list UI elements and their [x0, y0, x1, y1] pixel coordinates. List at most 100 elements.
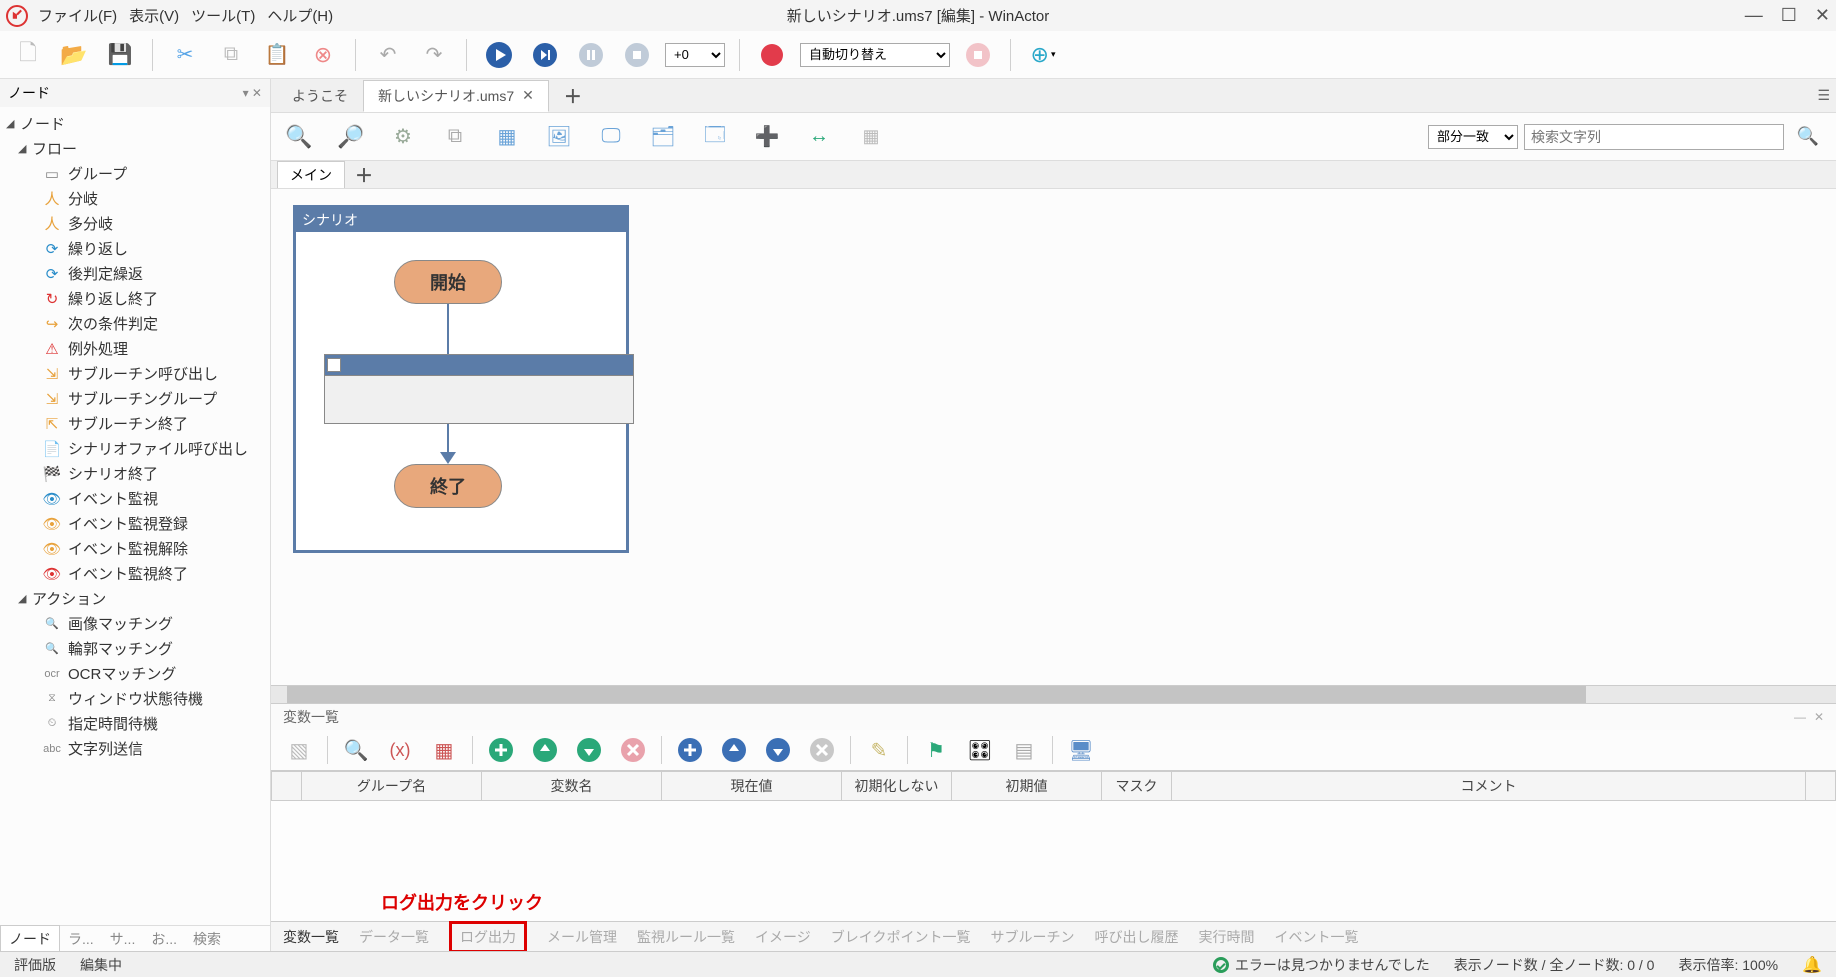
- tool-e[interactable]: 🖵: [593, 119, 629, 155]
- bottom-tab[interactable]: ブレイクポイント一覧: [831, 927, 971, 947]
- tree-item[interactable]: ⟳後判定繰返: [0, 261, 270, 286]
- tree-item[interactable]: ↪次の条件判定: [0, 311, 270, 336]
- play-button[interactable]: [481, 37, 517, 73]
- var-tool-code[interactable]: (x): [382, 732, 418, 768]
- variables-table[interactable]: グループ名変数名現在値初期化しない初期値マスクコメント: [271, 770, 1836, 801]
- var-up2[interactable]: [716, 732, 752, 768]
- column-header[interactable]: [1806, 772, 1836, 801]
- start-node[interactable]: 開始: [394, 260, 502, 304]
- close-button[interactable]: ✕: [1815, 5, 1830, 26]
- tool-j[interactable]: ▦: [853, 119, 889, 155]
- empty-node[interactable]: [324, 354, 634, 424]
- column-header[interactable]: マスク: [1102, 772, 1172, 801]
- var-add[interactable]: [483, 732, 519, 768]
- bottom-tab[interactable]: データ一覧: [359, 927, 429, 947]
- tab-add[interactable]: ＋: [549, 79, 597, 115]
- var-tool-del[interactable]: ▦: [426, 732, 462, 768]
- tab-scenario[interactable]: 新しいシナリオ.ums7✕: [363, 80, 549, 112]
- side-tab-2[interactable]: サ...: [102, 926, 144, 952]
- bottom-tab[interactable]: 変数一覧: [283, 927, 339, 947]
- var-tool-1[interactable]: ▧: [281, 732, 317, 768]
- var-palette[interactable]: 🎛: [962, 732, 998, 768]
- vars-panel-close[interactable]: ✕: [1814, 710, 1824, 724]
- var-table[interactable]: ▤: [1006, 732, 1042, 768]
- tree-item[interactable]: ⏲指定時間待機: [0, 711, 270, 736]
- var-remove[interactable]: [615, 732, 651, 768]
- tree-item[interactable]: ⇲サブルーチン呼び出し: [0, 361, 270, 386]
- column-header[interactable]: 初期値: [952, 772, 1102, 801]
- var-edit[interactable]: ✎: [861, 732, 897, 768]
- side-tab-3[interactable]: お...: [143, 926, 185, 952]
- tree-item[interactable]: ⇲サブルーチングループ: [0, 386, 270, 411]
- bottom-tab[interactable]: 監視ルール一覧: [637, 927, 735, 947]
- var-down2[interactable]: [760, 732, 796, 768]
- tree-item[interactable]: 🔍画像マッチング: [0, 611, 270, 636]
- tree-item[interactable]: ↻繰り返し終了: [0, 286, 270, 311]
- var-up[interactable]: [527, 732, 563, 768]
- search-input[interactable]: [1524, 124, 1784, 150]
- tree-item[interactable]: ▭グループ: [0, 161, 270, 186]
- tab-welcome[interactable]: ようこそ: [277, 80, 363, 112]
- offset-select[interactable]: +0: [665, 43, 725, 67]
- tree-item[interactable]: abc文字列送信: [0, 736, 270, 761]
- paste-button[interactable]: 📋: [259, 37, 295, 73]
- stop-record-button[interactable]: [960, 37, 996, 73]
- bottom-tab[interactable]: 呼び出し履歴: [1094, 927, 1178, 947]
- tool-h[interactable]: ➕: [749, 119, 785, 155]
- step-button[interactable]: [527, 37, 563, 73]
- tree-item[interactable]: ⟳繰り返し: [0, 236, 270, 261]
- open-folder-button[interactable]: 📂: [56, 37, 92, 73]
- column-header[interactable]: [272, 772, 302, 801]
- tree-item[interactable]: ⇱サブルーチン終了: [0, 411, 270, 436]
- bottom-tab[interactable]: ログ出力: [449, 921, 527, 952]
- redo-button[interactable]: ↷: [416, 37, 452, 73]
- var-screen[interactable]: 🖥: [1063, 732, 1099, 768]
- tool-i[interactable]: ↔: [801, 119, 837, 155]
- tree-item[interactable]: ⧖ウィンドウ状態待機: [0, 686, 270, 711]
- end-node[interactable]: 終了: [394, 464, 502, 508]
- maximize-button[interactable]: ☐: [1781, 5, 1797, 26]
- menu-tool[interactable]: ツール(T): [191, 5, 255, 26]
- zoom-out-button[interactable]: 🔎: [333, 119, 369, 155]
- side-panel-pin[interactable]: ▾ ✕: [243, 86, 262, 100]
- var-flag[interactable]: ⚑: [918, 732, 954, 768]
- subtab-add[interactable]: ＋: [355, 162, 373, 188]
- column-header[interactable]: コメント: [1172, 772, 1806, 801]
- tree-item[interactable]: 🏁シナリオ終了: [0, 461, 270, 486]
- column-header[interactable]: 初期化しない: [842, 772, 952, 801]
- bottom-tab[interactable]: イメージ: [755, 927, 811, 947]
- tool-c[interactable]: ▦: [489, 119, 525, 155]
- menu-file[interactable]: ファイル(F): [38, 5, 117, 26]
- mode-select[interactable]: 自動切り替え: [800, 43, 950, 67]
- tree-item[interactable]: 📄シナリオファイル呼び出し: [0, 436, 270, 461]
- search-button[interactable]: 🔍: [1790, 119, 1826, 155]
- tree-item[interactable]: ocrOCRマッチング: [0, 661, 270, 686]
- tool-d[interactable]: 🖼: [541, 119, 577, 155]
- tree-item[interactable]: 人分岐: [0, 186, 270, 211]
- menu-view[interactable]: 表示(V): [129, 5, 179, 26]
- tree-root[interactable]: ノード: [20, 113, 65, 134]
- bottom-tab[interactable]: サブルーチン: [990, 927, 1074, 947]
- new-file-button[interactable]: 🗋: [10, 37, 46, 73]
- stop-button[interactable]: [619, 37, 655, 73]
- record-button[interactable]: [754, 37, 790, 73]
- node-handle-icon[interactable]: [327, 358, 341, 372]
- bottom-tab[interactable]: イベント一覧: [1274, 927, 1358, 947]
- tree-item[interactable]: 🔍輪郭マッチング: [0, 636, 270, 661]
- search-match-mode[interactable]: 部分一致: [1428, 125, 1518, 149]
- var-remove2[interactable]: [804, 732, 840, 768]
- menu-help[interactable]: ヘルプ(H): [267, 5, 333, 26]
- column-header[interactable]: 現在値: [662, 772, 842, 801]
- pause-button[interactable]: [573, 37, 609, 73]
- copy-button[interactable]: ⧉: [213, 37, 249, 73]
- bottom-tab[interactable]: 実行時間: [1198, 927, 1254, 947]
- scenario-canvas[interactable]: シナリオ 開始 終了: [271, 189, 1836, 685]
- canvas-horizontal-scrollbar[interactable]: [271, 685, 1836, 703]
- tab-close-icon[interactable]: ✕: [522, 87, 534, 104]
- var-tool-search[interactable]: 🔍: [338, 732, 374, 768]
- tree-item[interactable]: 👁イベント監視解除: [0, 536, 270, 561]
- save-button[interactable]: 💾: [102, 37, 138, 73]
- tree-item[interactable]: 👁イベント監視登録: [0, 511, 270, 536]
- undo-button[interactable]: ↶: [370, 37, 406, 73]
- tree-item[interactable]: 人多分岐: [0, 211, 270, 236]
